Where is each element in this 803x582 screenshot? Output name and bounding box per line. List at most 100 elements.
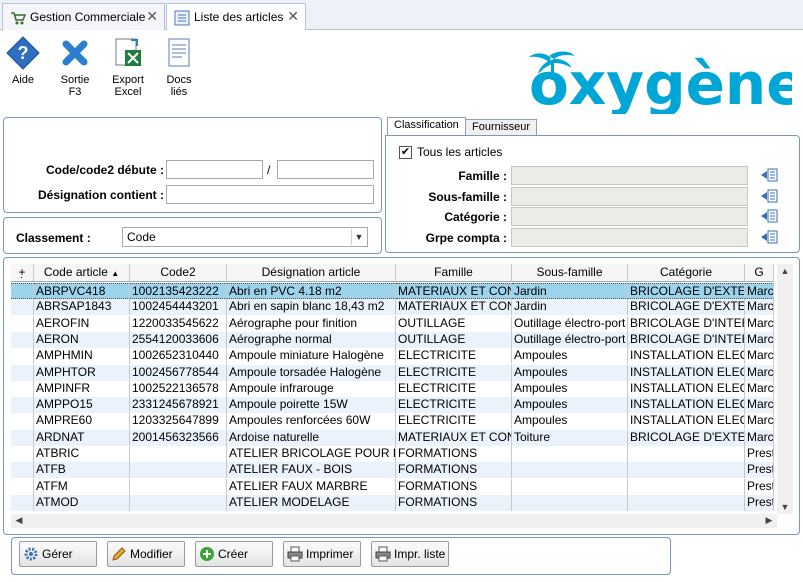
table-row[interactable]: AMPPO15 2331245678921 Ampoule poirette 15W… (11, 397, 774, 414)
column-header-sous-famille[interactable]: Sous-famille (512, 264, 628, 282)
table-row[interactable]: AMPHMIN 1002652310440 Ampoule miniature Ha… (11, 348, 774, 365)
table-cell (130, 446, 227, 462)
column-header-g[interactable]: G (745, 264, 774, 282)
table-cell: BRICOLAGE D'EXTE (628, 283, 745, 299)
pencil-icon (112, 547, 126, 561)
export-excel-button[interactable]: Export Excel (107, 36, 149, 98)
designation-input[interactable] (166, 185, 374, 204)
table-row[interactable]: ABRSAP1843 1002454443201 Abri en sapin bla… (11, 299, 774, 316)
code-to-input[interactable] (277, 160, 374, 179)
help-button[interactable]: ? Aide (2, 36, 44, 86)
table-cell: FORMATIONS (396, 446, 512, 462)
tab-gestion-commerciale[interactable]: Gestion Commerciale ✕ (2, 3, 165, 30)
table-row[interactable]: AMPINFR 1002522136578 Ampoule infrarouge EL… (11, 380, 774, 397)
table-row[interactable]: ATBRIC ATELIER BRICOLAGE POUR D FORMATIONS… (11, 446, 774, 462)
table-row[interactable]: AERON 2554120033606 Aérographe normal OUTIL… (11, 331, 774, 348)
all-articles-label: Tous les articles (417, 145, 503, 159)
edit-button[interactable]: Modifier (107, 541, 185, 567)
articles-table: +̣ Code article ▲ Code2 Désignation arti… (11, 264, 774, 514)
palm-tree-icon: oxygène (529, 50, 803, 118)
table-cell: Ampoules (512, 364, 628, 381)
tab-fournisseur[interactable]: Fournisseur (465, 119, 538, 135)
scroll-down-icon[interactable]: ▼ (777, 502, 793, 512)
cart-icon (11, 12, 26, 25)
table-cell: 2001456323566 (130, 429, 227, 446)
table-cell: FORMATIONS (396, 462, 512, 479)
print-list-button[interactable]: Impr. liste (371, 541, 449, 567)
list-picker-icon[interactable] (760, 168, 778, 182)
list-picker-icon[interactable] (760, 230, 778, 244)
vertical-scrollbar[interactable]: ▲ ▼ (777, 264, 793, 514)
grpecompta-field[interactable] (511, 228, 748, 247)
row-indicator (11, 413, 34, 430)
create-button[interactable]: Créer (195, 541, 273, 567)
table-row[interactable]: AMPRE60 1203325647899 Ampoules renforcées … (11, 413, 774, 430)
table-cell: Ampoule miniature Halogène (227, 348, 396, 365)
table-cell: Ampoule poirette 15W (227, 397, 396, 414)
table-cell: Marc (747, 331, 774, 348)
table-cell: Aérographe pour finition (227, 315, 396, 332)
close-tab-icon[interactable]: ✕ (287, 8, 299, 25)
chevron-down-icon[interactable]: ▼ (351, 229, 366, 245)
table-cell: Ardoise naturelle (227, 429, 396, 446)
excel-export-icon (115, 38, 141, 66)
column-header-categorie[interactable]: Catégorie (628, 264, 745, 282)
close-tab-icon[interactable]: ✕ (146, 8, 158, 25)
all-articles-checkbox[interactable]: ✔ (399, 146, 412, 159)
table-row[interactable]: AEROFIN 1220033545622 Aérographe pour fini… (11, 315, 774, 332)
table-cell: ELECTRICITE (396, 397, 512, 414)
column-header-code-article[interactable]: Code article ▲ (34, 264, 130, 282)
list-picker-icon[interactable] (760, 189, 778, 203)
table-cell: Prest (747, 462, 774, 479)
table-cell: FORMATIONS (396, 478, 512, 495)
tab-classification[interactable]: Classification (387, 117, 466, 135)
categorie-label: Catégorie : (444, 210, 507, 224)
table-cell: FORMATIONS (396, 494, 512, 511)
scroll-up-icon[interactable]: ▲ (777, 266, 793, 276)
row-indicator (11, 494, 34, 511)
table-cell: Abri en sapin blanc 18,43 m2 (227, 299, 396, 316)
code-label: Code/code2 débute : (45, 163, 164, 177)
table-row[interactable]: ATMOD ATELIER MODELAGE FORMATIONS Prest (11, 494, 774, 511)
toolbar: ? Aide Sortie F3 Export Excel Docs liés (0, 30, 803, 118)
table-cell: OUTILLAGE (396, 331, 512, 348)
gear-icon (24, 547, 38, 561)
scroll-right-icon[interactable]: ▶ (761, 515, 777, 526)
table-cell (628, 446, 745, 462)
column-header-code2[interactable]: Code2 (130, 264, 227, 282)
table-cell: ATBRIC (34, 446, 130, 462)
categorie-field[interactable] (511, 207, 748, 226)
horizontal-scrollbar[interactable]: ◀ ▶ (11, 514, 777, 528)
sort-ascending-icon: ▲ (111, 269, 120, 278)
exit-button[interactable]: Sortie F3 (54, 36, 96, 98)
sousfamille-field[interactable] (511, 187, 748, 206)
linked-docs-button[interactable]: Docs liés (158, 36, 200, 98)
list-picker-icon[interactable] (760, 209, 778, 223)
table-cell: 2554120033606 (130, 331, 227, 348)
tab-liste-des-articles[interactable]: Liste des articles ✕ (166, 3, 306, 31)
table-row[interactable]: AMPHTOR 1002456778544 Ampoule torsadée Hal… (11, 364, 774, 381)
table-cell: 1002135423222 (130, 283, 227, 299)
famille-field[interactable] (511, 166, 748, 185)
table-row[interactable]: ARDNAT 2001456323566 Ardoise naturelle MATE… (11, 429, 774, 446)
table-row[interactable]: ATFM ATELIER FAUX MARBRE FORMATIONS Prest (11, 478, 774, 495)
sort-select[interactable]: Code ▼ (122, 227, 368, 247)
table-row[interactable]: ABRPVC418 1002135423222 Abri en PVC 4.18 m… (11, 283, 774, 299)
column-header-famille[interactable]: Famille (396, 264, 512, 282)
table-cell: INSTALLATION ELEC (630, 348, 745, 365)
print-button[interactable]: Imprimer (283, 541, 361, 567)
manage-button[interactable]: Gérer (19, 541, 97, 567)
row-indicator (11, 380, 34, 397)
tab-label: Gestion Commerciale (30, 10, 146, 24)
table-cell: OUTILLAGE (396, 315, 512, 332)
column-header-designation[interactable]: Désignation article (227, 264, 396, 282)
table-cell: ATFM (34, 478, 130, 495)
code-from-input[interactable] (166, 160, 263, 179)
table-row[interactable]: ATFB ATELIER FAUX - BOIS FORMATIONS Prest (11, 462, 774, 479)
table-cell: Ampoules renforcées 60W (227, 413, 396, 430)
exit-shortcut: F3 (68, 86, 82, 98)
table-cell: ATELIER FAUX MARBRE (227, 478, 396, 495)
table-cell: AMPHTOR (34, 364, 130, 381)
add-column-button[interactable]: +̣ (11, 264, 34, 282)
scroll-left-icon[interactable]: ◀ (11, 515, 27, 526)
